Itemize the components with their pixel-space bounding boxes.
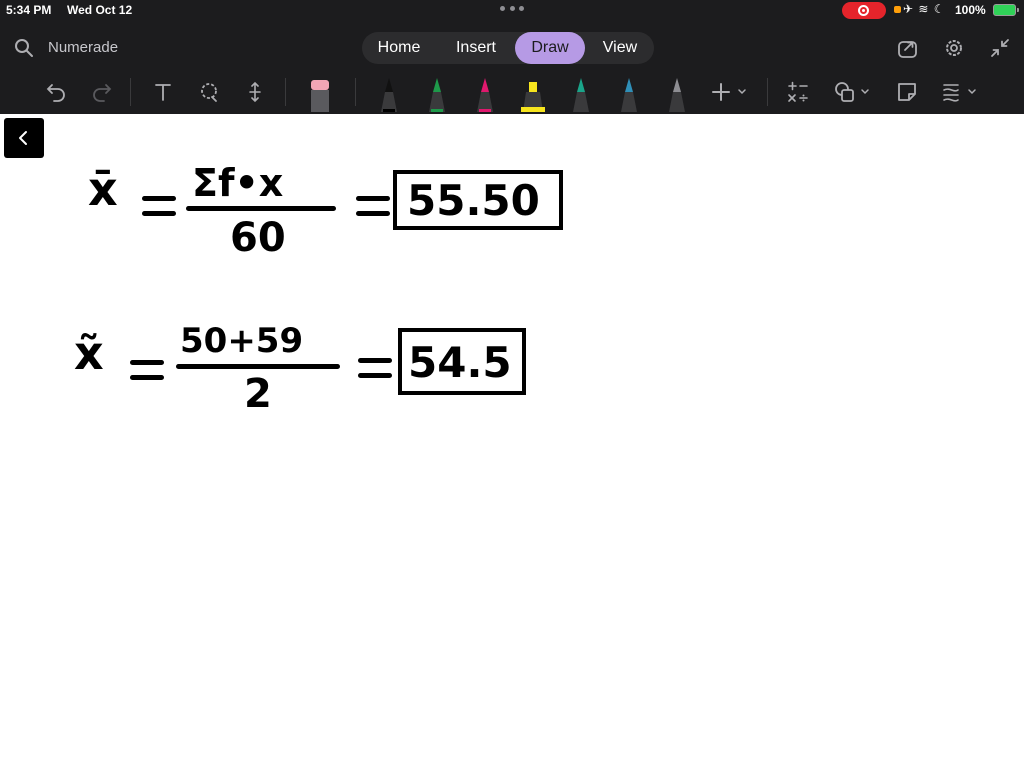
tab-home[interactable]: Home <box>366 32 432 64</box>
note-canvas[interactable]: x̄ Σf•x 60 55.50 x̃ 50+59 2 54.5 <box>0 114 1024 768</box>
status-date: Wed Oct 12 <box>67 3 133 17</box>
median-symbol: x̃ <box>74 326 104 380</box>
pen-green-icon[interactable] <box>425 76 449 112</box>
ribbon-tabs: Home Insert Draw View <box>362 32 654 64</box>
multitasking-dots-icon[interactable] <box>500 6 524 14</box>
status-time: 5:34 PM <box>6 3 52 17</box>
toolbar-divider <box>285 78 286 106</box>
chevron-left-icon <box>19 131 27 145</box>
math-icon[interactable] <box>786 80 810 104</box>
median-numerator: 50+59 <box>180 321 304 361</box>
redo-icon[interactable] <box>90 80 114 104</box>
median-result: 54.5 <box>408 338 512 387</box>
battery-percent: 100% <box>955 3 986 17</box>
airplane-wifi-moon-icon: ✈ ≋ ☾ <box>903 2 946 16</box>
mean-denominator: 60 <box>230 215 286 261</box>
pen-magenta-icon[interactable] <box>473 76 497 112</box>
mean-numerator: Σf•x <box>192 161 284 205</box>
sticky-note-icon[interactable] <box>895 80 919 104</box>
equals-sign <box>130 360 164 380</box>
mean-symbol: x̄ <box>88 162 118 216</box>
status-bar: 5:34 PM Wed Oct 12 ✈ ≋ ☾ 100% <box>0 0 1024 22</box>
mic-indicator-icon <box>894 6 901 13</box>
toolbar-divider <box>355 78 356 106</box>
mean-result: 55.50 <box>407 176 540 225</box>
app-chrome: 5:34 PM Wed Oct 12 ✈ ≋ ☾ 100% Numerade H… <box>0 0 1024 114</box>
collapse-icon[interactable] <box>989 37 1011 59</box>
back-button[interactable] <box>4 118 44 158</box>
equals-sign <box>358 358 392 378</box>
toolbar-divider <box>767 78 768 106</box>
highlighter-yellow-icon[interactable] <box>521 76 545 112</box>
tab-draw[interactable]: Draw <box>515 32 585 64</box>
add-pen-icon[interactable] <box>710 80 750 104</box>
ink-style-icon[interactable] <box>940 80 980 104</box>
median-answer-box: 54.5 <box>398 328 526 395</box>
pen-black-icon[interactable] <box>377 76 401 112</box>
shapes-icon[interactable] <box>833 80 873 104</box>
pen-gray-icon[interactable] <box>665 76 689 112</box>
search-icon[interactable] <box>14 38 34 58</box>
insert-space-icon[interactable] <box>243 80 267 104</box>
median-denominator: 2 <box>244 371 272 417</box>
tab-view[interactable]: View <box>590 32 650 64</box>
undo-icon[interactable] <box>44 80 68 104</box>
pen-teal-icon[interactable] <box>569 76 593 112</box>
lasso-icon[interactable] <box>197 80 221 104</box>
settings-gear-icon[interactable] <box>943 37 965 59</box>
eraser-icon[interactable] <box>308 76 332 112</box>
search-label[interactable]: Numerade <box>48 39 118 56</box>
text-icon[interactable] <box>151 80 175 104</box>
toolbar-divider <box>130 78 131 106</box>
screen-recording-icon[interactable] <box>842 2 886 19</box>
battery-icon <box>993 4 1019 16</box>
mean-answer-box: 55.50 <box>393 170 563 230</box>
fraction-bar <box>186 206 336 211</box>
pen-blue-icon[interactable] <box>617 76 641 112</box>
share-icon[interactable] <box>897 37 919 59</box>
fraction-bar <box>176 364 340 369</box>
tab-insert[interactable]: Insert <box>442 32 510 64</box>
equals-sign <box>356 196 390 216</box>
equals-sign <box>142 196 176 216</box>
